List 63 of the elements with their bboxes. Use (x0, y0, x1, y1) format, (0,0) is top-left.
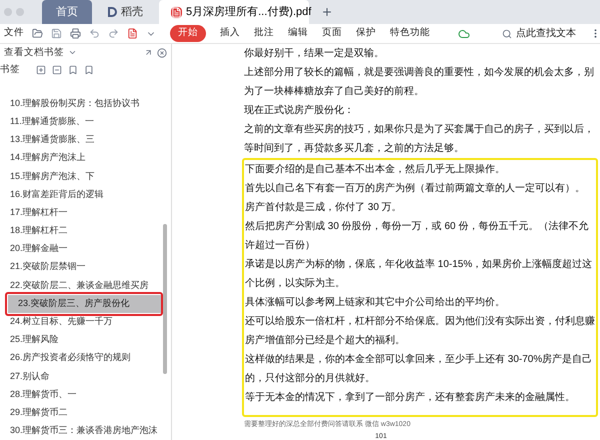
tab[interactable]: 稻壳 (96, 0, 155, 24)
panel-title[interactable]: 查看文档书签 (4, 46, 64, 60)
bookmark-item[interactable]: 10.理解股份制买房：包括协议书 (0, 94, 165, 113)
bookmark-item[interactable]: 14.理解房产泡沫上 (0, 149, 165, 168)
scrollbar-thumb[interactable] (163, 224, 167, 374)
tab[interactable]: 首页 (42, 0, 92, 24)
tab[interactable]: 5月深房理所有...付费).pdf (159, 0, 309, 24)
collapse-all-icon[interactable] (52, 64, 62, 75)
paragraph: 等于无本金的情况下，拿到了一部分房产，还有整套房产未来的金融属性。 (245, 390, 576, 405)
bookmark-item[interactable]: 21.突破阶层禁锢一 (0, 258, 165, 276)
paragraph: 然后把房产分割成 30 份股份，每份一万，或 60 份，每份五千元。（法律不允许超过一百份） (245, 220, 590, 253)
paragraph: 承诺是以房产为标的物，保底，年化收益率 10-15%，如果房价上涨幅度超过这个比例，以实际为主。 (245, 258, 594, 291)
bookmark-item[interactable]: 16.财富差距背后的逻辑 (0, 185, 165, 204)
paragraph: 你最好别干，结果一定是双输。 (244, 46, 385, 61)
document-icon[interactable] (127, 28, 138, 39)
expand-all-icon[interactable] (36, 64, 46, 75)
bookmark-icon[interactable] (68, 64, 78, 75)
search-field[interactable]: 点此查找文本 (516, 26, 576, 41)
bookmark-icon[interactable] (84, 64, 94, 75)
menu-tab[interactable]: 编辑 (282, 26, 314, 41)
redo-icon[interactable] (108, 28, 119, 39)
new-tab-icon[interactable] (321, 6, 333, 18)
close-icon[interactable] (157, 48, 167, 58)
paragraph: 具体涨幅可以参考网上链家和其它中介公司给出的平均价。 (245, 296, 506, 310)
bookmarks-label: 书签 (0, 62, 20, 77)
menu-tab[interactable]: 开始 (170, 25, 206, 42)
menu-tab[interactable]: 保护 (350, 26, 382, 41)
save-icon[interactable] (51, 28, 62, 39)
menu-tab[interactable]: 特色功能 (384, 26, 436, 41)
bookmark-item[interactable]: 22.突破阶层二、兼谈金融思维买房 (0, 276, 165, 294)
bookmark-item[interactable]: 28.理解货币、一 (0, 385, 165, 404)
bookmark-item[interactable]: 24.树立目标、先赚一千万 (0, 312, 165, 331)
paragraph: 这样做的结果是，你的本金全部可以拿回来，至少手上还有 30-70%房产是自己的，只付这部分的月供就好。 (245, 352, 594, 386)
docer-logo-icon (108, 7, 117, 17)
bookmark-item[interactable]: 27.别认命 (0, 367, 165, 386)
bookmark-item[interactable]: 17.理解杠杆一 (0, 204, 165, 222)
bookmark-item[interactable]: 13.理解通货膨胀、三 (0, 130, 165, 149)
file-menu[interactable]: 文件 (4, 26, 24, 41)
bookmark-item[interactable]: 30.理解货币三：兼谈香港房地产泡沫 (0, 422, 165, 440)
paragraph: 之前的文章有些买房的技巧，如果你只是为了买套属于自己的房子，买到以后，等时间到了，再贷款多买几套，之前的方法足够。 (244, 122, 595, 156)
cloud-sync-icon[interactable] (458, 28, 470, 40)
paragraph: 现在正式说房产股份化： (244, 104, 355, 118)
menu-tab[interactable]: 批注 (248, 26, 280, 41)
bookmark-item[interactable]: 18.理解杠杆二 (0, 222, 165, 240)
paragraph: 上述部分用了较长的篇幅，就是要强调善良的重要性，如今发展的机会太多，别为了一块棒棒糖放弃了自己美好的前程。 (244, 66, 595, 99)
paragraph: 还可以给股东一倍杠杆，杠杆部分不给保底。因为他们没有实际出资，付利息赚房产增值部分已经是个超大的福利。 (245, 314, 596, 348)
pop-out-icon[interactable] (144, 48, 153, 58)
bookmark-item[interactable]: 25.理解风险 (0, 330, 165, 350)
paragraph: 下面要介绍的是自己基本不出本金，然后几乎无上限操作。 (245, 162, 506, 177)
search-icon[interactable] (502, 28, 512, 38)
bookmark-item[interactable]: 20.理解金融一 (0, 240, 165, 258)
bookmark-item[interactable]: 26.房产投资者必须恪守的规则 (0, 349, 165, 368)
paragraph: 房产首付款是三成，你付了 30 万。 (245, 200, 403, 215)
undo-icon[interactable] (89, 28, 100, 39)
paragraph: 首先以自己名下有套一百万的房产为例（看过前两篇文章的人一定可以有）。 (245, 182, 586, 196)
pdf-icon (171, 6, 182, 18)
bookmark-item[interactable]: 29.理解货币二 (0, 404, 165, 422)
printer-icon[interactable] (70, 28, 81, 39)
folder-icon[interactable] (32, 28, 43, 39)
menu-tab[interactable]: 插入 (214, 26, 246, 41)
bookmark-item[interactable]: 11.理解通货膨胀、一 (0, 112, 165, 131)
menu-tab[interactable]: 页面 (316, 26, 348, 41)
bookmark-item[interactable]: 15.理解房产泡沫、下 (0, 167, 165, 186)
